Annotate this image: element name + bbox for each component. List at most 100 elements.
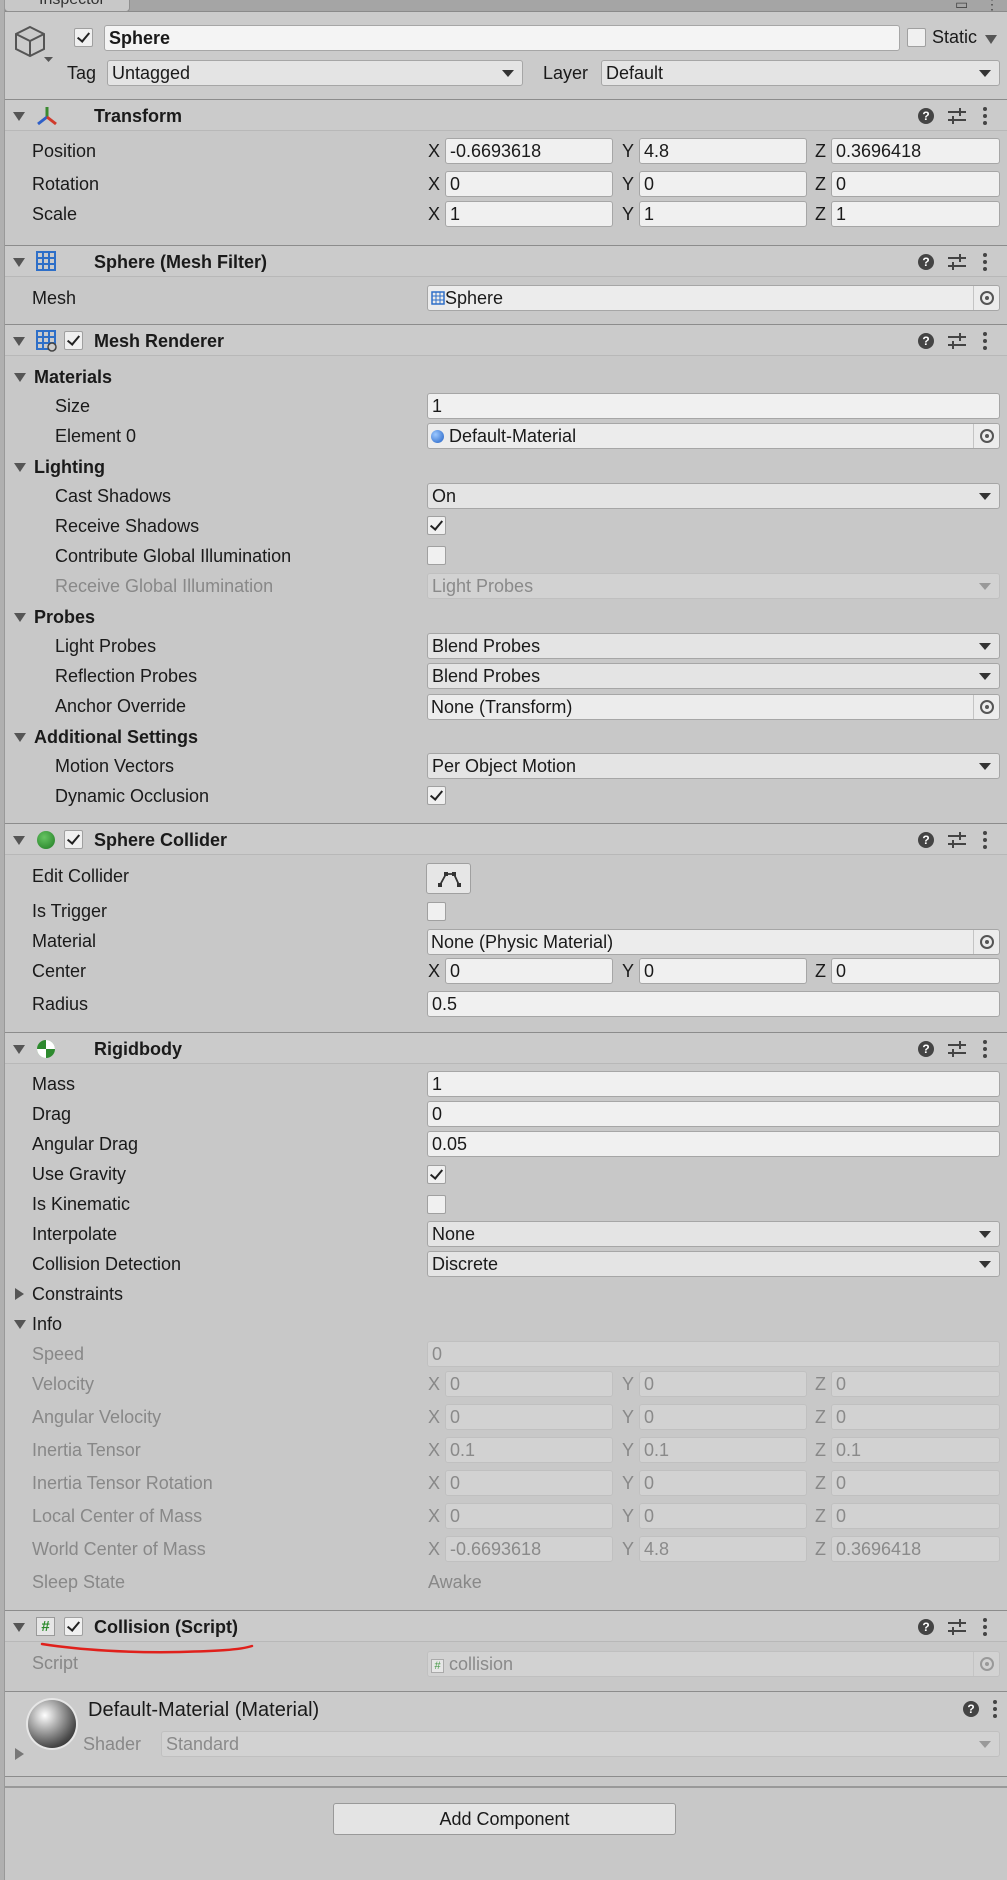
is-kinematic-checkbox[interactable] — [427, 1195, 446, 1214]
add-component-button[interactable]: Add Component — [333, 1803, 676, 1835]
is-trigger-checkbox[interactable] — [427, 902, 446, 921]
presets-icon[interactable] — [948, 333, 966, 349]
transform-header[interactable]: Transform ? — [5, 99, 1007, 131]
gameobject-name-field[interactable]: Sphere — [104, 25, 900, 51]
chevron-down-icon — [979, 643, 991, 650]
material-menu-icon[interactable] — [993, 1700, 997, 1718]
rotation-y-field[interactable]: 0 — [639, 171, 807, 197]
mesh-renderer-enabled-checkbox[interactable] — [64, 331, 83, 350]
collision-detection-dropdown[interactable]: Discrete — [427, 1251, 1000, 1277]
constraints-foldout[interactable]: Constraints — [32, 1280, 123, 1308]
cast-shadows-dropdown[interactable]: On — [427, 483, 1000, 509]
foldout-arrow-icon[interactable] — [14, 733, 26, 742]
foldout-arrow-icon[interactable] — [13, 258, 25, 267]
reflection-probes-dropdown[interactable]: Blend Probes — [427, 663, 1000, 689]
rotation-x-field[interactable]: 0 — [445, 171, 613, 197]
foldout-arrow-icon[interactable] — [13, 836, 25, 845]
local-com-z-field: 0 — [831, 1503, 1000, 1529]
contribute-gi-checkbox[interactable] — [427, 546, 446, 565]
object-picker-icon[interactable] — [973, 1652, 999, 1676]
static-dropdown-arrow-icon[interactable] — [985, 35, 997, 44]
gameobject-active-checkbox[interactable] — [74, 28, 93, 47]
tag-dropdown[interactable]: Untagged — [107, 60, 523, 86]
position-y-field[interactable]: 4.8 — [639, 138, 807, 164]
component-menu-icon[interactable] — [983, 1040, 987, 1058]
mesh-renderer-header[interactable]: Mesh Renderer ? — [5, 324, 1007, 356]
position-x-field[interactable]: -0.6693618 — [445, 138, 613, 164]
foldout-arrow-icon[interactable] — [14, 463, 26, 472]
motion-vectors-dropdown[interactable]: Per Object Motion — [427, 753, 1000, 779]
mesh-filter-header[interactable]: Sphere (Mesh Filter) ? — [5, 245, 1007, 277]
gameobject-cube-icon[interactable] — [13, 24, 53, 66]
mass-field[interactable]: 1 — [427, 1071, 1000, 1097]
physic-material-object-field[interactable]: None (Physic Material) — [427, 929, 1000, 955]
help-icon[interactable]: ? — [918, 333, 934, 349]
axis-z-label: Z — [815, 1407, 826, 1427]
foldout-arrow-icon[interactable] — [14, 1320, 26, 1329]
help-icon[interactable]: ? — [918, 108, 934, 124]
presets-icon[interactable] — [948, 1619, 966, 1635]
presets-icon[interactable] — [948, 832, 966, 848]
light-probes-dropdown[interactable]: Blend Probes — [427, 633, 1000, 659]
probes-foldout[interactable]: Probes — [34, 603, 95, 631]
materials-size-field[interactable]: 1 — [427, 393, 1000, 419]
layer-dropdown[interactable]: Default — [601, 60, 1000, 86]
dynamic-occlusion-checkbox[interactable] — [427, 786, 446, 805]
axis-y-label: Y — [622, 141, 635, 161]
object-picker-icon[interactable] — [973, 286, 999, 310]
scale-z-field[interactable]: 1 — [831, 201, 1000, 227]
collision-script-enabled-checkbox[interactable] — [64, 1617, 83, 1636]
collision-script-header[interactable]: # Collision (Script) ? — [5, 1610, 1007, 1642]
object-picker-icon[interactable] — [973, 930, 999, 954]
scale-x-field[interactable]: 1 — [445, 201, 613, 227]
receive-shadows-checkbox[interactable] — [427, 516, 446, 535]
materials-foldout[interactable]: Materials — [34, 363, 112, 391]
component-menu-icon[interactable] — [983, 253, 987, 271]
foldout-arrow-icon[interactable] — [13, 1045, 25, 1054]
static-checkbox[interactable] — [907, 28, 926, 47]
help-icon[interactable]: ? — [918, 1619, 934, 1635]
center-z-field[interactable]: 0 — [831, 958, 1000, 984]
component-menu-icon[interactable] — [983, 831, 987, 849]
position-z-field[interactable]: 0.3696418 — [831, 138, 1000, 164]
sphere-collider-enabled-checkbox[interactable] — [64, 830, 83, 849]
sphere-collider-header[interactable]: Sphere Collider ? — [5, 823, 1007, 855]
help-icon[interactable]: ? — [918, 254, 934, 270]
component-menu-icon[interactable] — [983, 332, 987, 350]
scale-y-field[interactable]: 1 — [639, 201, 807, 227]
chevron-right-icon[interactable] — [15, 1288, 24, 1300]
presets-icon[interactable] — [948, 254, 966, 270]
object-picker-icon[interactable] — [973, 424, 999, 448]
component-menu-icon[interactable] — [983, 107, 987, 125]
center-x-field[interactable]: 0 — [445, 958, 613, 984]
foldout-arrow-icon[interactable] — [14, 373, 26, 382]
element-0-object-field[interactable]: Default-Material — [427, 423, 1000, 449]
inspector-tab[interactable]: Inspector — [4, 0, 130, 12]
help-icon[interactable]: ? — [918, 832, 934, 848]
interpolate-dropdown[interactable]: None — [427, 1221, 1000, 1247]
drag-field[interactable]: 0 — [427, 1101, 1000, 1127]
mesh-object-field[interactable]: Sphere — [427, 285, 1000, 311]
foldout-arrow-icon[interactable] — [14, 613, 26, 622]
object-picker-icon[interactable] — [973, 695, 999, 719]
angular-drag-field[interactable]: 0.05 — [427, 1131, 1000, 1157]
presets-icon[interactable] — [948, 108, 966, 124]
foldout-arrow-icon[interactable] — [13, 112, 25, 121]
additional-settings-foldout[interactable]: Additional Settings — [34, 723, 198, 751]
lighting-foldout[interactable]: Lighting — [34, 453, 105, 481]
presets-icon[interactable] — [948, 1041, 966, 1057]
edit-collider-button[interactable] — [426, 863, 471, 894]
center-y-field[interactable]: 0 — [639, 958, 807, 984]
rotation-z-field[interactable]: 0 — [831, 171, 1000, 197]
foldout-arrow-icon[interactable] — [13, 1623, 25, 1632]
help-icon[interactable]: ? — [963, 1701, 979, 1717]
chevron-right-icon[interactable] — [15, 1748, 24, 1760]
anchor-override-object-field[interactable]: None (Transform) — [427, 694, 1000, 720]
rigidbody-header[interactable]: Rigidbody ? — [5, 1032, 1007, 1064]
use-gravity-checkbox[interactable] — [427, 1165, 446, 1184]
info-foldout[interactable]: Info — [32, 1310, 62, 1338]
foldout-arrow-icon[interactable] — [13, 337, 25, 346]
component-menu-icon[interactable] — [983, 1618, 987, 1636]
radius-field[interactable]: 0.5 — [427, 991, 1000, 1017]
help-icon[interactable]: ? — [918, 1041, 934, 1057]
